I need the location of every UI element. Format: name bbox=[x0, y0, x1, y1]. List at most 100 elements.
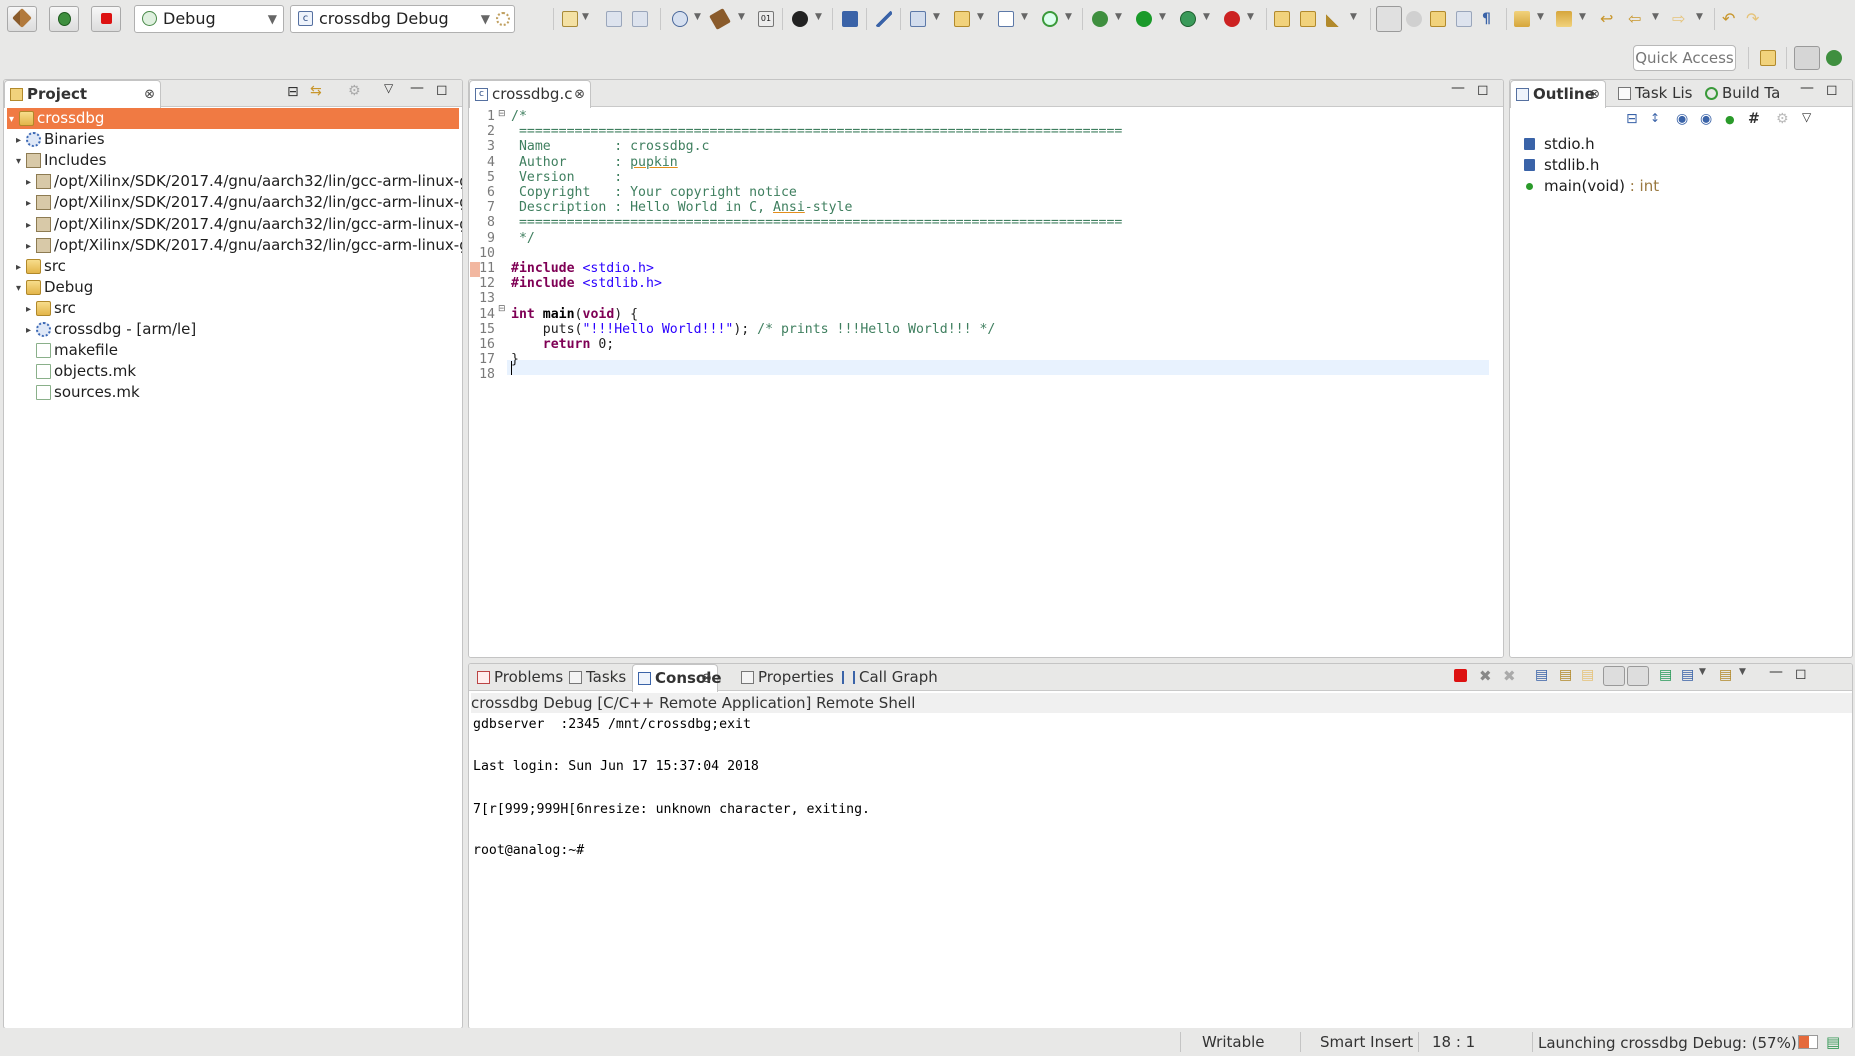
block-selection-icon[interactable] bbox=[1430, 11, 1446, 27]
show-stderr-icon[interactable] bbox=[1627, 666, 1649, 686]
tab-call-graph[interactable]: Call Graph bbox=[837, 664, 938, 691]
expanded-arrow-icon[interactable]: ▾ bbox=[16, 278, 21, 299]
collapsed-arrow-icon[interactable]: ▸ bbox=[26, 172, 31, 193]
remove-all-icon[interactable]: ✖ bbox=[1503, 667, 1516, 685]
progress-view-icon[interactable]: ▤ bbox=[1826, 1033, 1840, 1051]
tree-item[interactable]: makefile bbox=[4, 340, 462, 361]
collapse-all-icon[interactable]: ⊟ bbox=[287, 84, 299, 100]
chevron-down-icon[interactable]: ▼ bbox=[1115, 12, 1122, 22]
pen-icon[interactable] bbox=[876, 11, 892, 27]
new-project-icon[interactable] bbox=[910, 11, 926, 27]
chevron-down-icon[interactable]: ▼ bbox=[1350, 12, 1357, 22]
minimize-icon[interactable]: — bbox=[1451, 80, 1465, 96]
search-icon[interactable] bbox=[1326, 11, 1342, 27]
hide-fields-icon[interactable]: ◉ bbox=[1676, 111, 1688, 127]
collapsed-arrow-icon[interactable]: ▸ bbox=[26, 299, 31, 320]
chevron-down-icon[interactable]: ▼ bbox=[1537, 12, 1544, 22]
collapsed-arrow-icon[interactable]: ▸ bbox=[16, 130, 21, 151]
launch-config-select[interactable]: c crossdbg Debug ▼ bbox=[290, 5, 515, 33]
tab-problems[interactable]: Problems bbox=[472, 664, 563, 691]
chevron-down-icon[interactable]: ▼ bbox=[694, 12, 701, 22]
save-icon[interactable] bbox=[606, 11, 622, 27]
terminal-icon[interactable] bbox=[842, 11, 858, 27]
close-icon[interactable]: ⊗ bbox=[574, 81, 585, 108]
maximize-icon[interactable]: ◻ bbox=[436, 82, 448, 98]
highlight-icon[interactable] bbox=[1406, 11, 1422, 27]
cpp-perspective-icon[interactable] bbox=[1794, 46, 1820, 70]
tab-build-targets[interactable]: Build Ta bbox=[1700, 80, 1780, 107]
collapsed-arrow-icon[interactable]: ▸ bbox=[26, 215, 31, 236]
maximize-icon[interactable]: ◻ bbox=[1477, 82, 1489, 98]
new-class-icon[interactable] bbox=[1042, 11, 1058, 27]
tab-crossdbg-c[interactable]: c crossdbg.c ⊗ bbox=[469, 80, 591, 108]
group-icon[interactable]: ⚙ bbox=[1776, 111, 1789, 127]
pin-console-icon[interactable]: ▤ bbox=[1659, 667, 1672, 683]
debug-icon[interactable] bbox=[1092, 11, 1108, 27]
last-edit-icon[interactable]: ↩ bbox=[1600, 11, 1616, 27]
display-console-icon[interactable]: ▤ bbox=[1681, 667, 1694, 683]
tree-item[interactable]: ▸ src bbox=[4, 256, 462, 277]
close-icon[interactable]: ⊗ bbox=[701, 665, 712, 692]
hide-nonpublic-icon[interactable]: ● bbox=[1725, 113, 1735, 126]
minimize-icon[interactable]: — bbox=[1800, 80, 1814, 96]
chevron-down-icon[interactable]: ▼ bbox=[815, 12, 822, 22]
tab-tasks[interactable]: Tasks bbox=[564, 664, 626, 691]
next-annotation-icon[interactable] bbox=[1514, 11, 1530, 27]
link-editor-icon[interactable]: ⇆ bbox=[310, 83, 322, 99]
tree-item[interactable]: ▾ crossdbg bbox=[7, 108, 459, 129]
tree-item[interactable]: sources.mk bbox=[4, 382, 462, 403]
hide-macros-icon[interactable]: # bbox=[1748, 111, 1760, 127]
collapsed-arrow-icon[interactable]: ▸ bbox=[26, 320, 31, 341]
sort-icon[interactable]: ↕ bbox=[1650, 111, 1660, 125]
tree-item[interactable]: ▸ Binaries bbox=[4, 129, 462, 150]
collapsed-arrow-icon[interactable]: ▸ bbox=[16, 257, 21, 278]
quick-access-input[interactable]: Quick Access bbox=[1633, 45, 1736, 71]
launch-settings-icon[interactable] bbox=[496, 12, 510, 26]
expanded-arrow-icon[interactable]: ▾ bbox=[16, 151, 21, 172]
open-console-icon[interactable]: ▤ bbox=[1719, 667, 1732, 683]
back-arrow-icon[interactable]: ⇦ bbox=[1628, 11, 1644, 27]
undo-icon[interactable]: ↶ bbox=[1722, 11, 1738, 27]
tree-item[interactable]: ▸ /opt/Xilinx/SDK/2017.4/gnu/aarch32/lin/… bbox=[4, 235, 462, 256]
external-tools-icon[interactable] bbox=[1224, 11, 1240, 27]
open-perspective-icon[interactable] bbox=[1760, 50, 1776, 66]
tree-item[interactable]: objects.mk bbox=[4, 361, 462, 382]
clear-console-icon[interactable]: ▤ bbox=[1535, 667, 1548, 683]
redo-icon[interactable]: ↷ bbox=[1746, 11, 1762, 27]
open-element-icon[interactable] bbox=[1300, 11, 1316, 27]
chevron-down-icon[interactable]: ▼ bbox=[1579, 12, 1586, 22]
show-whitespace-icon[interactable] bbox=[1456, 11, 1472, 27]
show-stdout-icon[interactable] bbox=[1603, 666, 1625, 686]
tab-console[interactable]: Console ⊗ bbox=[632, 664, 718, 692]
chevron-down-icon[interactable]: ▼ bbox=[1652, 12, 1659, 22]
minimize-icon[interactable]: — bbox=[1769, 664, 1783, 680]
chevron-down-icon[interactable]: ▼ bbox=[1065, 12, 1072, 22]
save-all-icon[interactable] bbox=[632, 11, 648, 27]
tree-item[interactable]: ▾ Debug bbox=[4, 277, 462, 298]
build-button[interactable] bbox=[7, 6, 37, 32]
tab-properties[interactable]: Properties bbox=[736, 664, 834, 691]
code-editor[interactable]: ⊟ ⊟ 1/* 2 ===============================… bbox=[469, 108, 1503, 657]
chevron-down-icon[interactable]: ▼ bbox=[582, 12, 589, 22]
chevron-down-icon[interactable]: ▼ bbox=[738, 12, 745, 22]
expanded-arrow-icon[interactable]: ▾ bbox=[9, 109, 14, 130]
target-icon[interactable] bbox=[672, 11, 688, 27]
chevron-down-icon[interactable]: ▼ bbox=[1159, 12, 1166, 22]
toggle-mark-occurrences-icon[interactable] bbox=[1376, 6, 1402, 32]
word-wrap-icon[interactable]: ▤ bbox=[1581, 667, 1594, 683]
tab-project-explorer[interactable]: Project Explorer ⊗ bbox=[4, 80, 161, 108]
chevron-down-icon[interactable]: ▼ bbox=[933, 12, 940, 22]
debug-button[interactable] bbox=[49, 6, 79, 32]
chevron-down-icon[interactable]: ▼ bbox=[1696, 12, 1703, 22]
close-icon[interactable]: ⊗ bbox=[144, 81, 155, 108]
chevron-down-icon[interactable]: ▼ bbox=[1739, 667, 1746, 677]
binary-icon[interactable]: 01 bbox=[758, 11, 774, 27]
chevron-down-icon[interactable]: ▼ bbox=[1203, 12, 1210, 22]
run-icon[interactable] bbox=[1136, 11, 1152, 27]
debug-perspective-icon[interactable] bbox=[1826, 50, 1842, 66]
hammer-icon[interactable] bbox=[709, 8, 731, 30]
tree-item[interactable]: ▸ crossdbg - [arm/le] bbox=[4, 319, 462, 340]
new-source-icon[interactable] bbox=[998, 11, 1014, 27]
forward-arrow-icon[interactable]: ⇨ bbox=[1672, 11, 1688, 27]
tree-item[interactable]: ▾ Includes bbox=[4, 150, 462, 171]
